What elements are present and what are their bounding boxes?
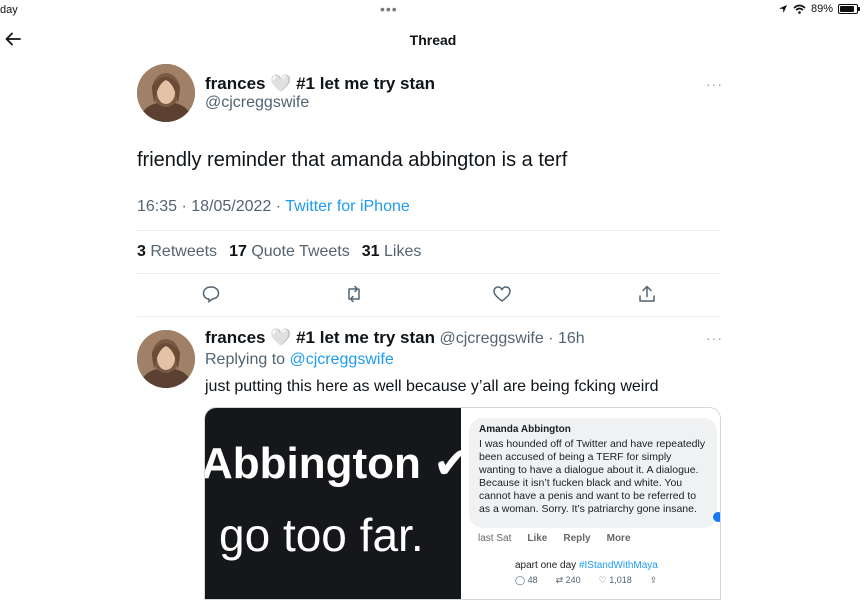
multitask-dots[interactable]: ••• — [380, 1, 398, 17]
image-right-panel: Amanda Abbington I was hounded off of Tw… — [461, 408, 720, 599]
tweet-datetime: 16:35 · 18/05/2022 · — [137, 198, 286, 215]
status-bar: day ••• 89% — [0, 0, 866, 22]
author-handle[interactable]: @cjcreggswife — [205, 94, 309, 112]
comment-reply: Reply — [563, 533, 591, 544]
battery-percent: 89% — [810, 3, 833, 15]
author-name[interactable]: frances 🤍 #1 let me try stan — [205, 74, 435, 94]
inner-hashtag: #IStandWithMaya — [578, 560, 658, 571]
inner-retweets: ⇄ 240 — [555, 575, 581, 585]
reply-header: frances 🤍 #1 let me try stan @cjcreggswi… — [205, 328, 585, 348]
retweet-icon[interactable] — [344, 284, 364, 304]
tweet-text: friendly reminder that amanda abbington … — [137, 149, 568, 171]
divider — [137, 230, 721, 231]
reply-text: just putting this here as well because y… — [205, 378, 659, 395]
share-icon[interactable] — [637, 284, 657, 304]
inner-tweet-text: apart one day #IStandWithMaya — [515, 560, 658, 571]
reply-more-options-icon[interactable]: ··· — [706, 330, 723, 346]
comment-bubble: Amanda Abbington I was hounded off of Tw… — [469, 418, 717, 528]
like-icon[interactable] — [492, 284, 512, 304]
more-options-icon[interactable]: ··· — [706, 76, 723, 92]
tweet-stats: 3 Retweets 17 Quote Tweets 31 Likes — [137, 243, 421, 261]
divider — [137, 273, 721, 274]
comment-text: I was hounded off of Twitter and have re… — [479, 438, 706, 515]
inner-share-icon: ⇪ — [649, 575, 658, 585]
image-headline: Abbington ✔ — [204, 439, 471, 488]
image-subline: go too far. — [219, 509, 424, 561]
replying-to: Replying to @cjcreggswife — [205, 351, 394, 368]
avatar[interactable] — [137, 64, 195, 122]
battery-fill — [840, 6, 855, 12]
inner-tweet-reactions: ◯ 48 ⇄ 240 ♡ 1,018 ⇪ — [515, 575, 657, 586]
like-badge-icon — [712, 511, 720, 523]
comment-more: More — [606, 533, 631, 544]
inner-likes: ♡ 1,018 — [598, 575, 632, 585]
avatar-image — [137, 64, 195, 122]
wifi-icon — [793, 4, 806, 14]
divider — [137, 316, 721, 317]
reply-avatar[interactable] — [137, 330, 195, 388]
tweet-source-link[interactable]: Twitter for iPhone — [285, 198, 410, 215]
reply-author-name[interactable]: frances 🤍 #1 let me try stan — [205, 328, 435, 347]
inner-replies: ◯ 48 — [515, 575, 538, 585]
likes-stat[interactable]: 31 Likes — [362, 243, 422, 261]
battery-icon — [838, 4, 860, 14]
attached-image[interactable]: Abbington ✔ go too far. Amanda Abbington… — [204, 407, 721, 600]
tweet-meta: 16:35 · 18/05/2022 · Twitter for iPhone — [137, 198, 410, 216]
comment-author: Amanda Abbington — [479, 424, 571, 435]
reply-handle-time[interactable]: @cjcreggswife · 16h — [439, 330, 584, 347]
quote-tweets-stat[interactable]: 17 Quote Tweets — [229, 243, 350, 261]
comment-meta: last Sat Like Reply More — [478, 533, 631, 544]
comment-like: Like — [527, 533, 548, 544]
tweet-actions — [137, 284, 721, 306]
location-icon — [778, 5, 787, 13]
replying-to-handle[interactable]: @cjcreggswife — [290, 351, 394, 368]
nav-bar: Thread — [0, 28, 866, 52]
retweets-stat[interactable]: 3 Retweets — [137, 243, 217, 261]
avatar-image — [137, 330, 195, 388]
reply-icon[interactable] — [201, 284, 221, 304]
page-title: Thread — [409, 32, 457, 48]
image-left-panel: Abbington ✔ go too far. — [205, 408, 470, 599]
status-right: 89% — [778, 3, 860, 15]
comment-time: last Sat — [478, 533, 512, 544]
status-day: day — [0, 4, 18, 16]
